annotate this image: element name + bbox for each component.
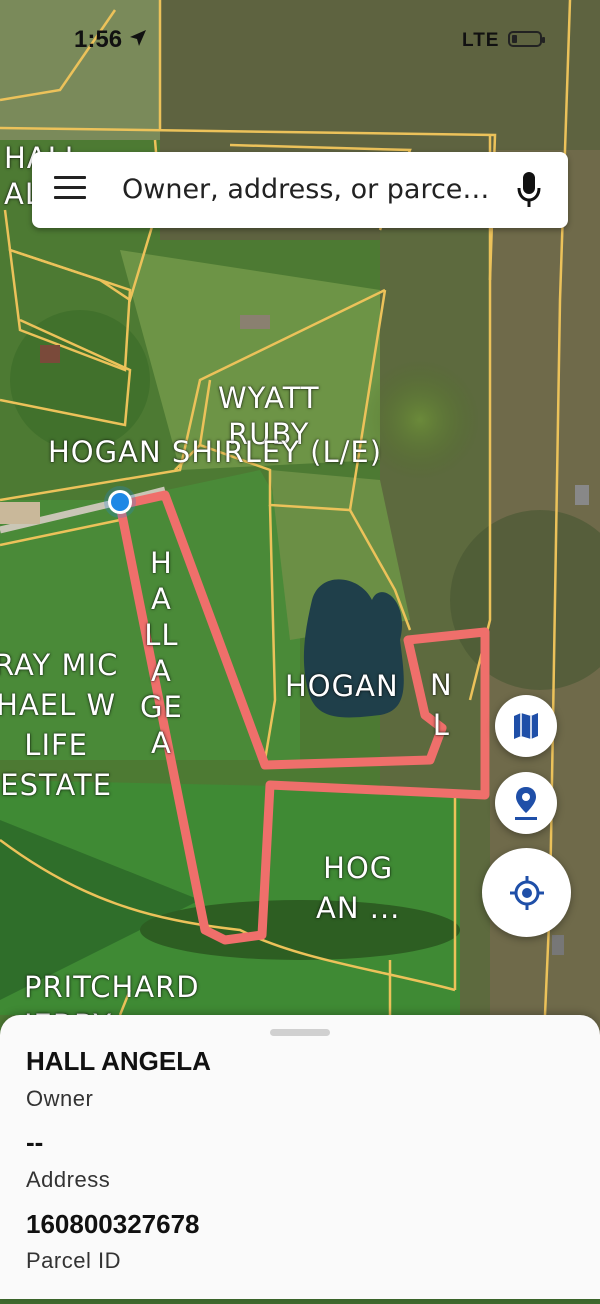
parcel-id-value: 160800327678 (26, 1209, 200, 1239)
microphone-icon[interactable] (516, 170, 542, 210)
status-bar: 1:56 LTE (0, 24, 600, 60)
parcel-id-label: Parcel ID (26, 1248, 121, 1273)
map-layers-icon (514, 713, 538, 739)
search-bar[interactable]: Owner, address, or parce… (32, 152, 568, 228)
parcel-label-hogan: HOGAN (285, 669, 399, 703)
parcel-label-ray-michael: RAY MIC HAEL W LIFE ESTATE (0, 648, 119, 802)
battery-icon (508, 31, 545, 47)
my-location-button[interactable] (482, 848, 571, 937)
current-location-dot (111, 493, 129, 511)
sheet-drag-handle[interactable] (270, 1029, 330, 1036)
owner-label: Owner (26, 1086, 94, 1111)
parcel-label-nl: N L (430, 668, 453, 742)
network-type: LTE (462, 30, 500, 51)
parcel-label-hogan-shirley: HOGAN SHIRLEY (L/E) (48, 435, 383, 469)
parcel-info-sheet[interactable]: HALL ANGELA Owner -- Address 16080032767… (0, 1015, 600, 1299)
address-label: Address (26, 1167, 111, 1192)
location-arrow-icon (128, 28, 148, 54)
search-input[interactable]: Owner, address, or parce… (122, 174, 489, 205)
owner-value: HALL ANGELA (26, 1046, 211, 1076)
address-value: -- (26, 1127, 44, 1157)
drop-pin-button[interactable] (495, 772, 557, 834)
parcel-label-hogan-bottom: HOG AN ... (316, 851, 401, 925)
my-location-icon (510, 876, 544, 910)
map-layers-button[interactable] (495, 695, 557, 757)
status-time: 1:56 (74, 26, 123, 53)
location-pin-icon (515, 787, 537, 820)
parcel-label-hall-angela: H A LL A GE A (140, 546, 183, 760)
menu-icon[interactable] (54, 176, 86, 204)
